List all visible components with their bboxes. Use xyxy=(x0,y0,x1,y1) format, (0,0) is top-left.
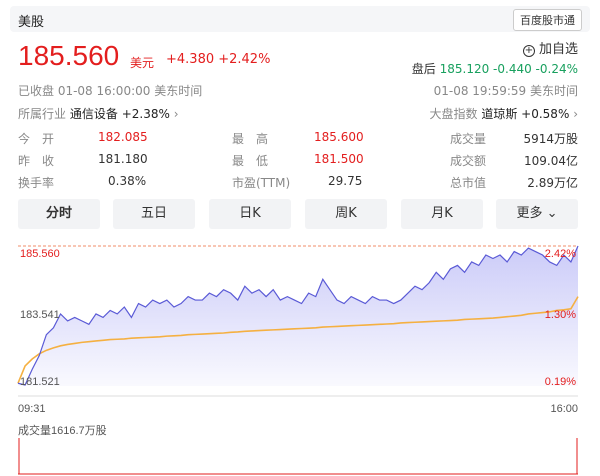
industry-change: +2.38% xyxy=(121,107,170,121)
after-hours-quote: 盘后 185.120 -0.440 -0.24% xyxy=(412,60,578,77)
tab-five-day[interactable]: 五日 xyxy=(113,199,195,229)
stat-value: 185.600 xyxy=(314,130,364,144)
chevron-right-icon: › xyxy=(173,107,179,121)
chevron-down-icon: ⌄ xyxy=(546,206,558,221)
y-label-low: 181.521 xyxy=(20,376,60,388)
stat-value: 0.38% xyxy=(108,174,147,188)
market-index-link[interactable]: 大盘指数 道琼斯 +0.58% › xyxy=(429,105,578,122)
plus-circle-icon: + xyxy=(522,45,535,57)
x-label-end: 16:00 xyxy=(550,403,578,415)
stats-row: 换手率 0.38% 市盈(TTM) 29.75 总市值 2.89万亿 xyxy=(18,172,578,194)
stat-label: 换手率 xyxy=(18,176,55,190)
stat-value: 5914万股 xyxy=(523,132,578,146)
stats-row: 昨 收 181.180 最 低 181.500 成交额 109.04亿 xyxy=(18,150,578,172)
market-name: 道琼斯 xyxy=(481,107,518,121)
stat-value: 182.085 xyxy=(98,130,148,144)
industry-label: 所属行业 xyxy=(18,107,67,121)
y-pct-high: 2.42% xyxy=(545,248,576,260)
tab-monthly-k[interactable]: 月K xyxy=(401,199,483,229)
tab-intraday[interactable]: 分时 xyxy=(18,199,100,229)
source-button[interactable]: 百度股市通 xyxy=(513,9,582,31)
stat-value: 181.180 xyxy=(98,152,148,166)
chart-tabs: 分时 五日 日K 周K 月K 更多 ⌄ xyxy=(18,199,578,229)
add-watchlist-label: 加自选 xyxy=(538,42,578,57)
tab-weekly-k[interactable]: 周K xyxy=(305,199,387,229)
industry-link[interactable]: 所属行业 通信设备 +2.38% › xyxy=(18,105,179,122)
after-hours-time: 01-08 19:59:59 美东时间 xyxy=(433,84,578,98)
after-hours-label: 盘后 xyxy=(411,62,436,76)
stat-label: 最 低 xyxy=(232,154,269,168)
chevron-right-icon: › xyxy=(573,107,578,121)
top-bar: 美股 百度股市通 xyxy=(10,6,590,32)
add-watchlist-button[interactable]: + 加自选 xyxy=(522,38,578,57)
market-change: +0.58% xyxy=(521,107,570,121)
stats-table: 今 开 182.085 最 高 185.600 成交量 5914万股 昨 收 1… xyxy=(18,128,578,194)
stat-label: 今 开 xyxy=(18,132,55,146)
stat-value: 181.500 xyxy=(314,152,364,166)
current-price: 185.560 xyxy=(18,40,120,71)
stats-row: 今 开 182.085 最 高 185.600 成交量 5914万股 xyxy=(18,128,578,150)
stat-value: 2.89万亿 xyxy=(527,176,578,190)
stat-label: 最 高 xyxy=(232,132,269,146)
stat-label: 总市值 xyxy=(450,176,487,190)
stat-value: 29.75 xyxy=(328,174,363,188)
y-pct-mid: 1.30% xyxy=(545,309,576,321)
intraday-chart[interactable]: 185.560 183.541 181.521 2.42% 1.30% 0.19… xyxy=(0,238,600,476)
price-unit: 美元 xyxy=(130,56,155,70)
tab-more-label: 更多 xyxy=(516,206,543,221)
market-status: 已收盘 01-08 16:00:00 美东时间 xyxy=(18,84,203,98)
stat-label: 成交量 xyxy=(450,132,487,146)
market-tab[interactable]: 美股 xyxy=(18,11,44,30)
x-label-start: 09:31 xyxy=(18,403,46,415)
y-pct-low: 0.19% xyxy=(545,376,576,388)
price-area xyxy=(18,246,578,386)
stat-label: 成交额 xyxy=(450,154,487,168)
tab-more[interactable]: 更多 ⌄ xyxy=(496,199,578,229)
y-label-mid: 183.541 xyxy=(20,309,60,321)
stat-value: 109.04亿 xyxy=(524,154,578,168)
after-hours-value: 185.120 -0.440 -0.24% xyxy=(439,62,578,76)
y-label-high: 185.560 xyxy=(20,248,60,260)
tab-daily-k[interactable]: 日K xyxy=(209,199,291,229)
stat-label: 昨 收 xyxy=(18,154,55,168)
stat-label: 市盈(TTM) xyxy=(232,176,291,190)
volume-label: 成交量1616.7万股 xyxy=(18,423,107,437)
market-label: 大盘指数 xyxy=(429,107,478,121)
industry-name: 通信设备 xyxy=(69,107,118,121)
price-change: +4.380 +2.42% xyxy=(166,52,271,67)
